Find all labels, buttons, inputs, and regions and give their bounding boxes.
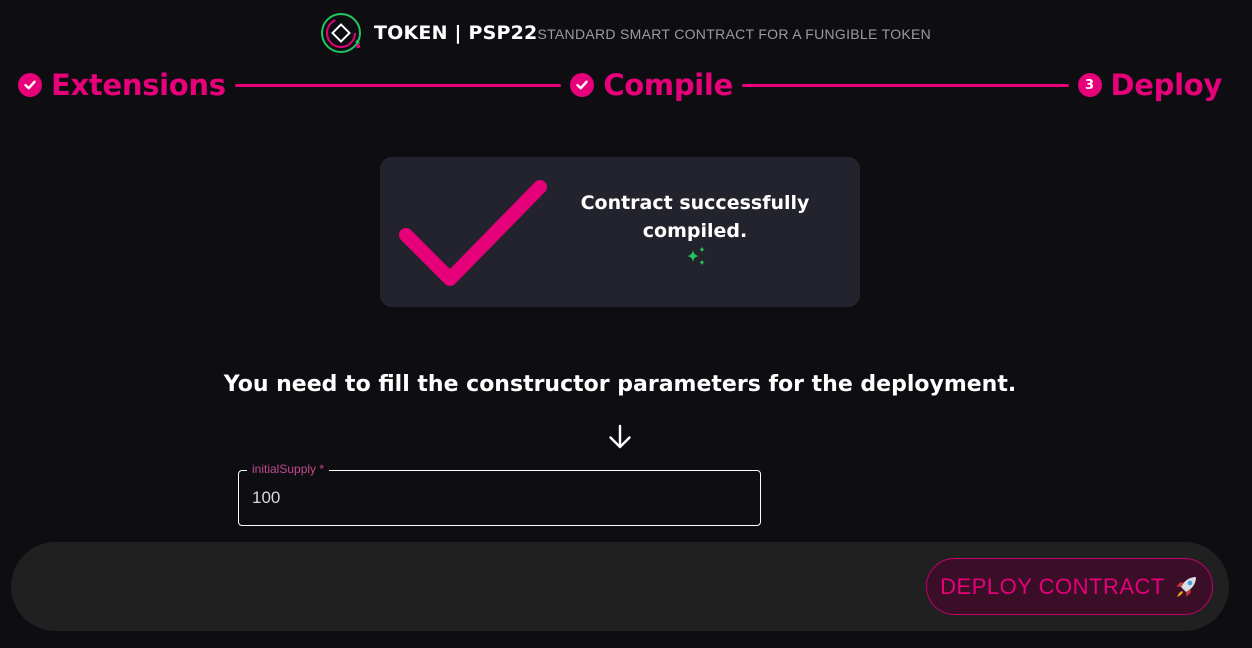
step-extensions: Extensions bbox=[18, 68, 226, 102]
progress-stepper: Extensions Compile 3 Deploy bbox=[18, 64, 1222, 106]
step-connector bbox=[234, 83, 562, 87]
step-deploy: 3 Deploy bbox=[1077, 68, 1223, 102]
brand-title: TOKEN | PSP22 bbox=[374, 22, 538, 44]
deploy-button-label: DEPLOY CONTRACT bbox=[940, 573, 1165, 599]
constructor-instruction: You need to fill the constructor paramet… bbox=[223, 372, 1017, 397]
check-circle-icon bbox=[18, 73, 42, 97]
compile-success-card: Contract successfully compiled. bbox=[380, 157, 860, 307]
deploy-contract-button[interactable]: DEPLOY CONTRACT bbox=[926, 558, 1213, 615]
step-label: Deploy bbox=[1110, 68, 1223, 102]
app-header: TOKEN | PSP22 STANDARD SMART CONTRACT FO… bbox=[320, 12, 931, 54]
success-message: Contract successfully compiled. bbox=[580, 192, 810, 242]
initial-supply-field: initialSupply * bbox=[238, 462, 761, 526]
footer-action-bar: DEPLOY CONTRACT bbox=[11, 542, 1229, 631]
deploy-page: TOKEN | PSP22 STANDARD SMART CONTRACT FO… bbox=[0, 0, 1252, 648]
rocket-icon bbox=[1176, 576, 1196, 597]
large-checkmark-icon bbox=[399, 180, 547, 286]
token-logo-icon bbox=[321, 13, 361, 53]
step-compile: Compile bbox=[570, 68, 733, 102]
step-number: 3 bbox=[1085, 77, 1095, 93]
check-circle-icon bbox=[570, 73, 595, 97]
initial-supply-input[interactable] bbox=[239, 471, 760, 525]
arrow-down-icon bbox=[609, 424, 631, 449]
sparkles-icon bbox=[687, 246, 705, 266]
step-label: Compile bbox=[603, 68, 733, 102]
step-label: Extensions bbox=[51, 68, 226, 102]
step-number-badge: 3 bbox=[1077, 73, 1102, 97]
header-subtitle: STANDARD SMART CONTRACT FOR A FUNGIBLE T… bbox=[537, 25, 932, 42]
step-connector bbox=[741, 83, 1069, 87]
initial-supply-label: initialSupply * bbox=[247, 462, 330, 476]
